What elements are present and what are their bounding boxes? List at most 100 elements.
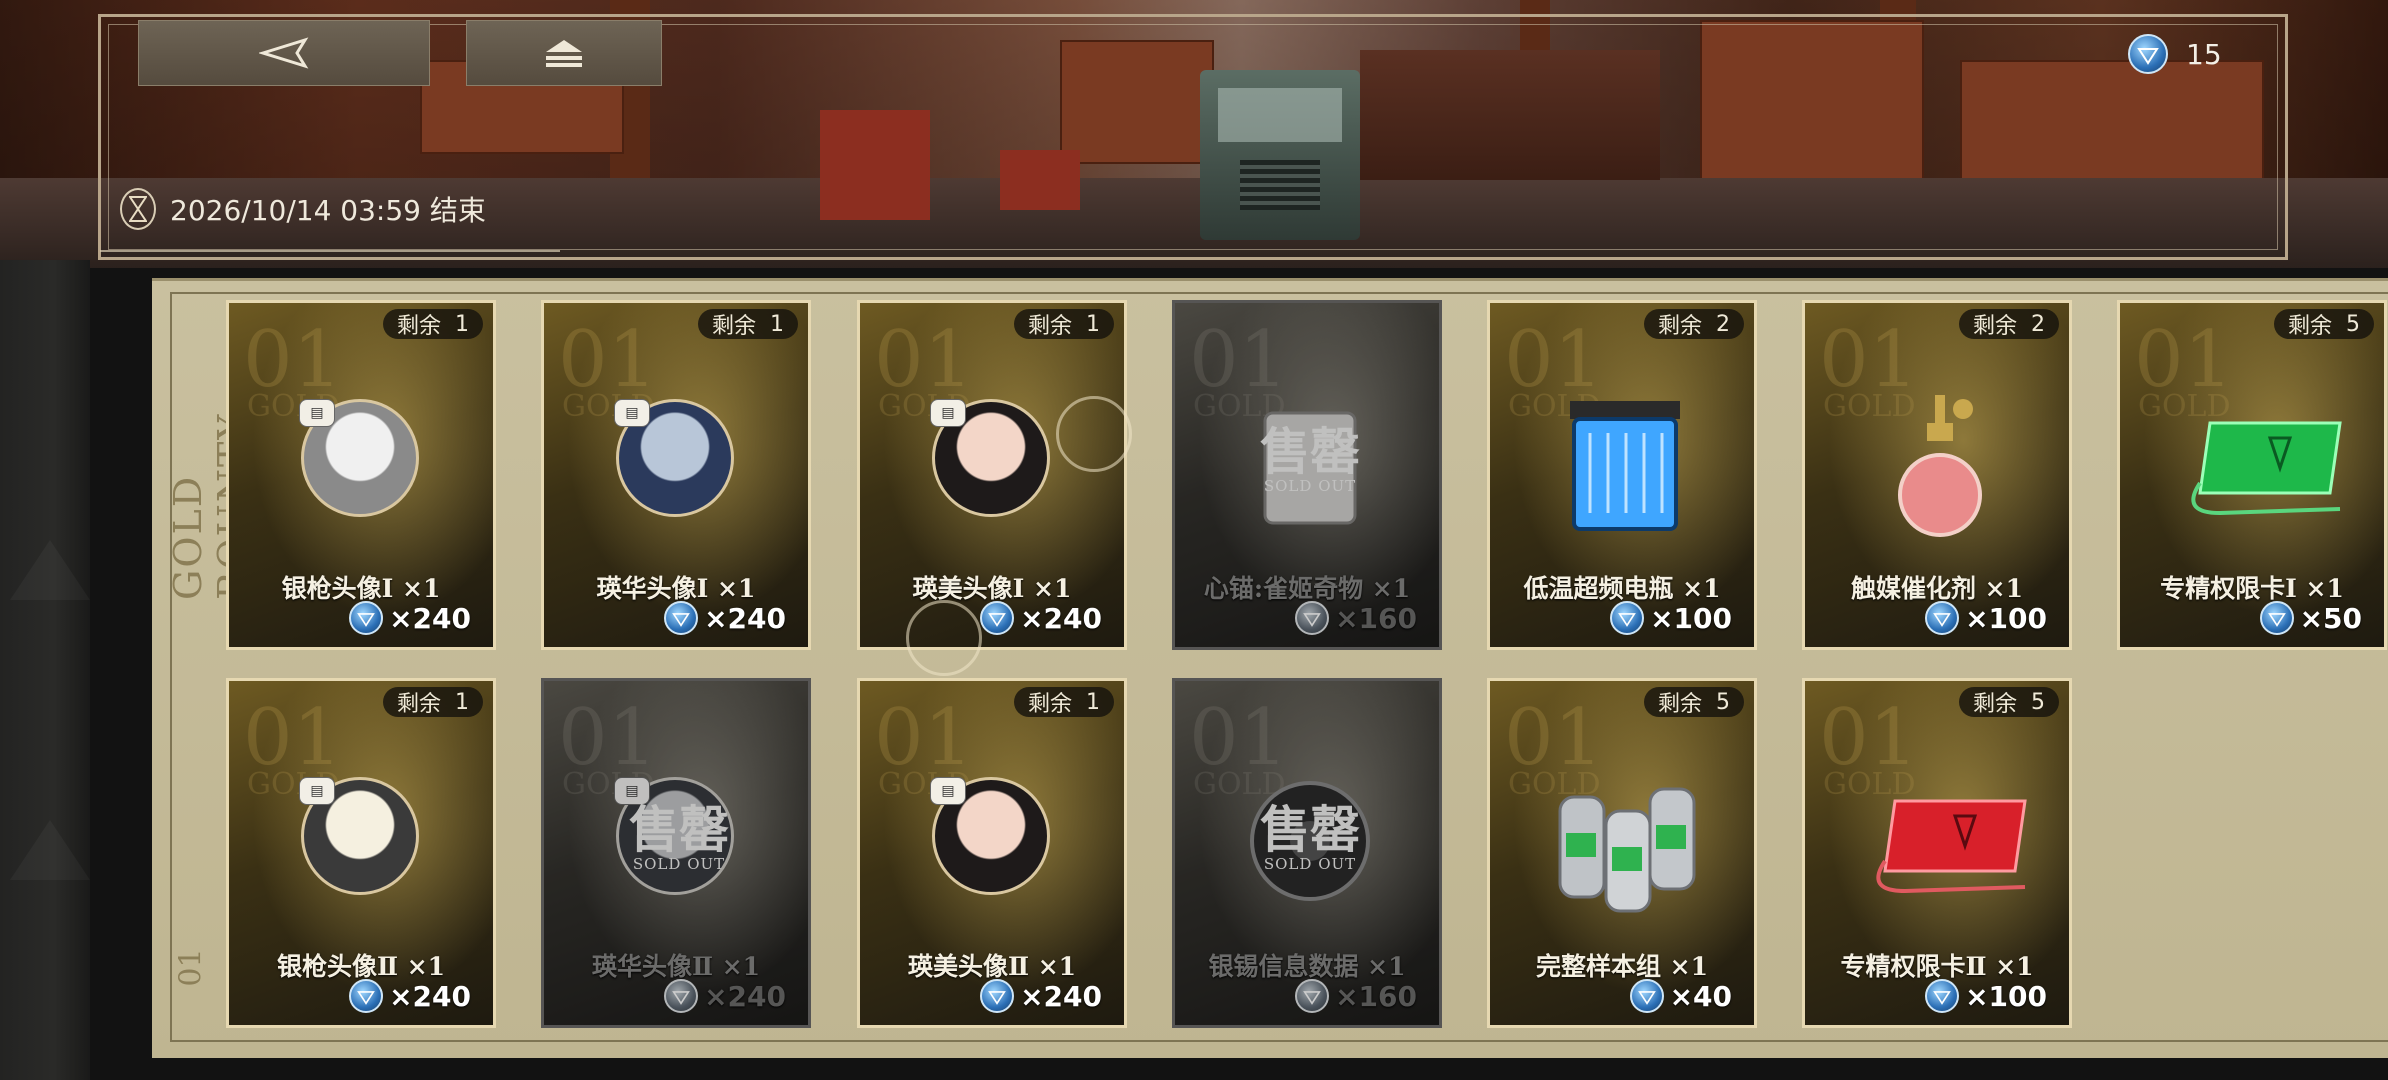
stock-count: 1 [1086,311,1100,337]
id-card-icon: ▤ [930,399,966,427]
stock-badge: 剩余 5 [1958,687,2059,717]
stock-label: 剩余 [396,692,441,717]
sold-out-en: SOLD OUT [1263,855,1357,873]
blue-gem-icon [664,979,699,1013]
panel-number: 01 [173,948,209,987]
price-amount: ×240 [704,601,786,635]
item-name: 瑛华头像Ⅱ ×1 [591,952,761,981]
card-watermark-number: 01 [874,693,974,783]
card-watermark-number: 01 [558,315,658,405]
blue-gem-icon [349,979,384,1013]
price-amount: ×100 [1965,979,2047,1013]
item-name: 银枪头像Ⅰ ×1 [281,574,441,603]
card-watermark-number: 01 [1189,315,1289,405]
truck-windshield [1218,88,1342,142]
stock-label: 剩余 [1972,692,2017,717]
item-price: ×240 [664,979,786,1013]
shop-item-card[interactable]: 01 GOLD 剩余 2 低温超频电瓶 ×1 ×100 [1487,300,1757,650]
stock-count: 5 [2346,311,2360,337]
truck-trailer [1360,50,1660,180]
item-name: 完整样本组 ×1 [1535,952,1709,981]
forklift [1000,150,1080,210]
stock-label: 剩余 [1972,314,2017,339]
item-price: ×240 [980,601,1102,635]
stock-badge: 剩余 2 [1958,309,2059,339]
blue-gem-icon [980,601,1015,635]
item-price: ×160 [1295,601,1417,635]
blue-gem-icon [1925,601,1960,635]
stock-label: 剩余 [1657,692,1702,717]
blue-gem-icon [980,979,1015,1013]
id-card-icon: ▤ [299,399,335,427]
shop-item-card[interactable]: 01 GOLD 剩余 5 专精权限卡Ⅰ ×1 ×50 [2117,300,2387,650]
stock-count: 1 [1086,689,1100,715]
blue-gem-icon [2128,34,2168,74]
item-price: ×100 [1610,601,1732,635]
card-watermark-number: 01 [1504,693,1604,783]
shop-item-card[interactable]: 01 GOLD 售罄 SOLD OUT 银锡信息数据 ×1 ×160 [1172,678,1442,1028]
stock-badge: 剩余 2 [1643,309,1744,339]
currency-amount: 15 [2186,37,2222,71]
item-name: 专精权限卡Ⅱ ×1 [1840,952,2034,981]
price-amount: ×160 [1335,979,1417,1013]
stock-label: 剩余 [2287,314,2332,339]
price-amount: ×100 [1965,601,2047,635]
shop-item-card[interactable]: 01 GOLD 剩余 1 ▤ 瑛美头像Ⅱ ×1 ×240 [857,678,1127,1028]
timer-text: 2026/10/14 03:59 结束 [170,194,486,227]
item-price: ×100 [1925,979,2047,1013]
card-watermark-number: 01 [243,693,343,783]
item-name: 瑛美头像Ⅱ ×1 [907,952,1077,981]
home-icon [546,40,582,67]
home-button[interactable] [466,20,662,86]
sold-out-stamp: 售罄 SOLD OUT [1235,805,1385,874]
sold-out-stamp: 售罄 SOLD OUT [604,800,754,874]
shop-item-card[interactable]: 01 GOLD 剩余 1 ▤ 银枪头像Ⅱ ×1 ×240 [226,678,496,1028]
price-amount: ×240 [1020,601,1102,635]
stock-badge: 剩余 1 [382,687,483,717]
shop-item-card[interactable]: 01 GOLD 剩余 2 触媒催化剂 ×1 ×100 [1802,300,2072,650]
stock-count: 1 [455,689,469,715]
stock-count: 5 [1716,689,1730,715]
stock-badge: 剩余 1 [697,309,798,339]
sold-out-zh: 售罄 [1260,422,1360,481]
stock-count: 2 [1716,311,1730,337]
stock-label: 剩余 [1027,692,1072,717]
stock-count: 2 [2031,311,2045,337]
item-name: 瑛华头像Ⅰ ×1 [596,574,756,603]
price-amount: ×50 [2299,601,2362,635]
stock-label: 剩余 [396,314,441,339]
item-price: ×240 [664,601,786,635]
price-amount: ×160 [1335,601,1417,635]
timer-underline [100,250,560,252]
item-name: 心锚:雀姬奇物 ×1 [1203,574,1411,603]
item-price: ×50 [2259,601,2362,635]
shop-item-card[interactable]: 01 GOLD 剩余 5 完整样本组 ×1 ×40 [1487,678,1757,1028]
shop-item-card[interactable]: 01 GOLD 剩余 1 ▤ 瑛华头像Ⅰ ×1 ×240 [541,300,811,650]
shipping-container [1700,20,1924,184]
item-price: ×240 [349,979,471,1013]
stock-badge: 剩余 1 [1013,309,1114,339]
sold-out-zh: 售罄 [629,800,729,859]
shop-item-card[interactable]: 01 GOLD 剩余 5 专精权限卡Ⅱ ×1 ×100 [1802,678,2072,1028]
item-name: 银锡信息数据 ×1 [1208,952,1406,981]
blue-gem-icon [1295,979,1330,1013]
card-watermark-number: 01 [558,693,658,783]
sold-out-en: SOLD OUT [632,855,726,873]
shop-item-card[interactable]: 01 GOLD 剩余 1 ▤ 瑛美头像Ⅰ ×1 ×240 [857,300,1127,650]
price-amount: ×240 [389,979,471,1013]
price-amount: ×40 [1669,979,1732,1013]
stock-label: 剩余 [1027,314,1072,339]
back-button[interactable] [138,20,430,86]
back-arrow-icon [259,37,309,69]
stock-count: 1 [770,311,784,337]
shop-item-card[interactable]: 01 GOLD ▤ 售罄 SOLD OUT 瑛华头像Ⅱ ×1 ×240 [541,678,811,1028]
item-price: ×160 [1295,979,1417,1013]
truck-grill [1240,160,1320,210]
sold-out-stamp: 售罄 SOLD OUT [1235,422,1385,496]
blue-gem-icon [1610,601,1645,635]
shop-item-card[interactable]: 01 GOLD 售罄 SOLD OUT 心锚:雀姬奇物 ×1 ×160 [1172,300,1442,650]
item-price: ×240 [349,601,471,635]
shop-item-card[interactable]: 01 GOLD 剩余 1 ▤ 银枪头像Ⅰ ×1 ×240 [226,300,496,650]
item-price: ×240 [980,979,1102,1013]
truck [1200,70,1360,240]
